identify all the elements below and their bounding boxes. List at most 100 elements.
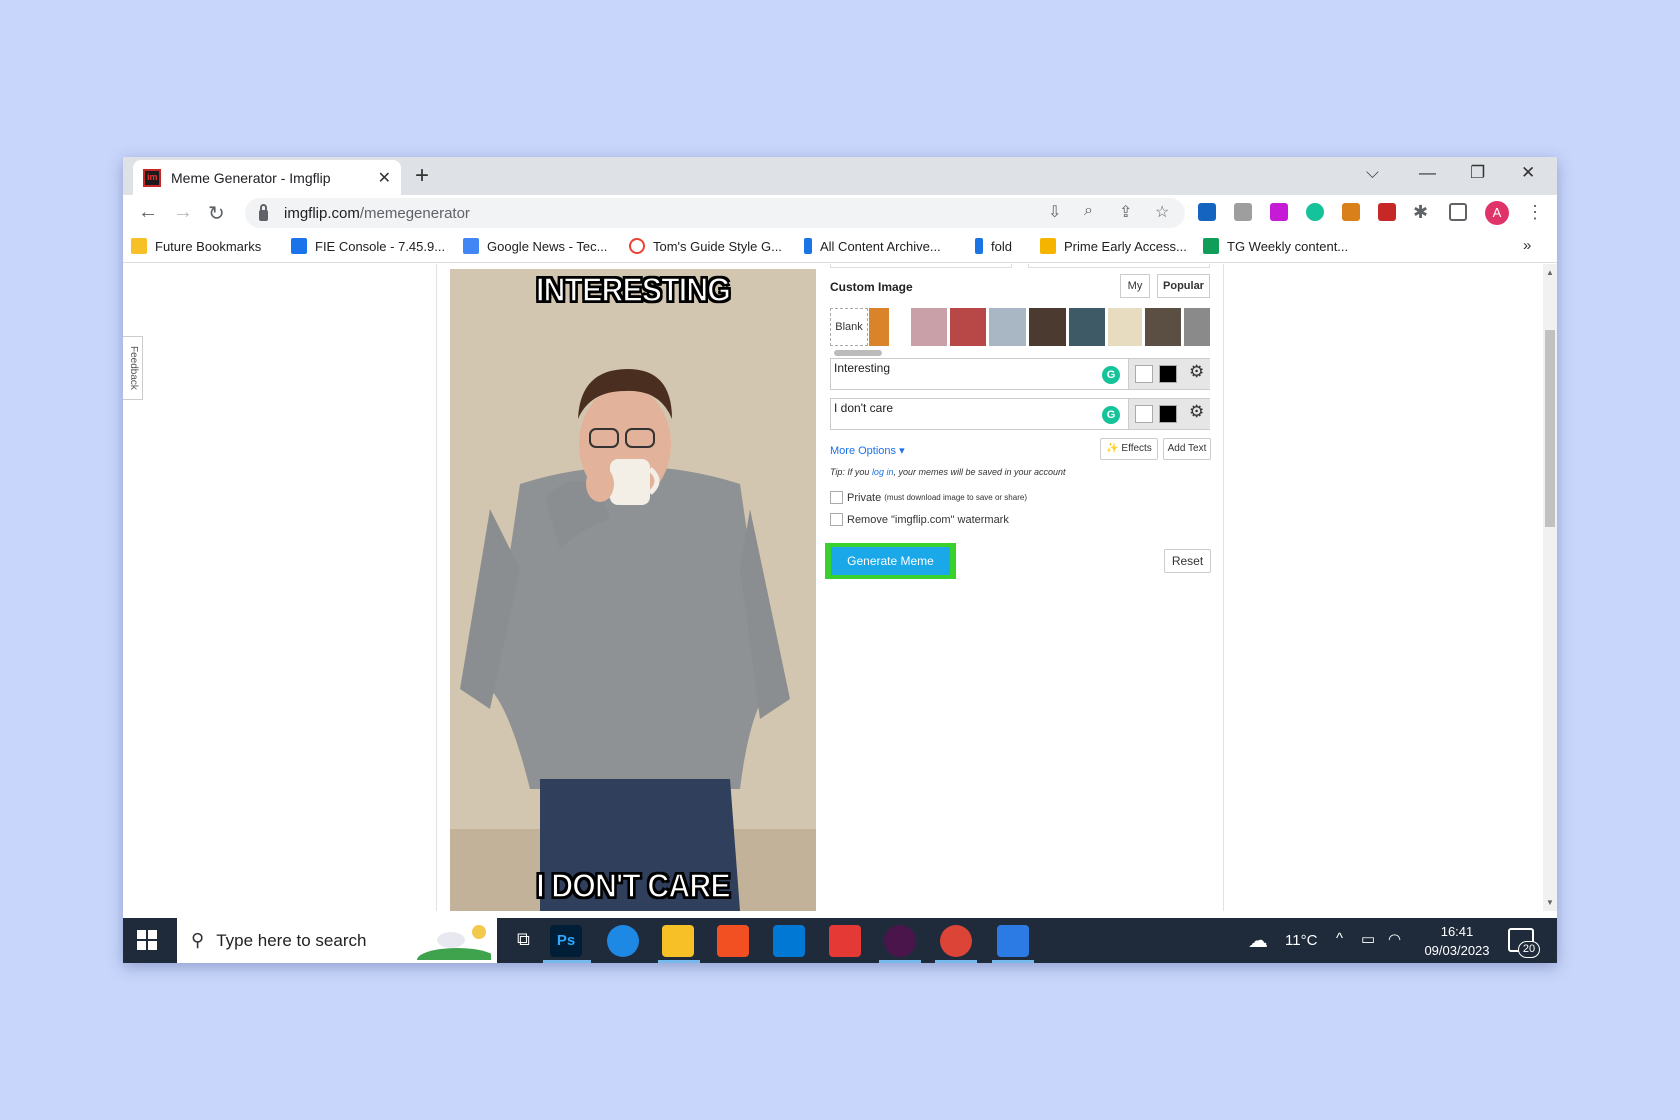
close-window-icon[interactable]: ✕ — [1521, 163, 1535, 183]
text-color-swatch[interactable] — [1135, 405, 1153, 423]
file-explorer-icon[interactable] — [662, 925, 694, 957]
chrome-icon[interactable] — [940, 925, 972, 957]
text-box-2[interactable]: I don't care G ⚙ — [830, 398, 1210, 430]
zoom-icon[interactable]: ⌕ — [1084, 202, 1093, 220]
microsoft-store-icon[interactable] — [717, 925, 749, 957]
template-thumbnail[interactable] — [950, 308, 986, 346]
text-box-1[interactable]: Interesting G ⚙ — [830, 358, 1210, 390]
weather-cloud-icon[interactable]: ☁ — [1248, 928, 1268, 953]
active-indicator — [879, 960, 921, 963]
e-extension-icon[interactable] — [1270, 203, 1288, 221]
text-box-2-value[interactable]: I don't care — [834, 401, 893, 415]
remove-watermark-checkbox[interactable] — [830, 513, 843, 526]
side-panel-icon[interactable] — [1449, 203, 1467, 221]
slack-icon[interactable] — [884, 925, 916, 957]
tab-search-chevron-icon[interactable]: ⌵ — [1366, 163, 1379, 183]
address-bar[interactable]: imgflip.com/memegenerator — [245, 198, 1185, 228]
outline-color-swatch[interactable] — [1159, 405, 1177, 423]
template-thumbnail[interactable] — [1029, 308, 1066, 346]
grey-extension-icon[interactable] — [1234, 203, 1252, 221]
t-icon — [975, 238, 983, 254]
reset-button[interactable]: Reset — [1164, 549, 1211, 573]
task-view-icon[interactable]: ⧉ — [517, 929, 530, 950]
red-extension-icon[interactable] — [1378, 203, 1396, 221]
close-tab-icon[interactable]: ✕ — [378, 168, 391, 188]
windows-start-icon[interactable] — [137, 930, 157, 950]
gear-icon[interactable]: ⚙ — [1189, 362, 1204, 382]
tab-popular-images[interactable]: Popular — [1157, 274, 1210, 298]
scroll-up-icon[interactable]: ▲ — [1546, 268, 1554, 277]
taskbar-search[interactable]: ⚲ Type here to search — [177, 918, 497, 963]
new-tab-icon[interactable]: + — [415, 164, 429, 188]
edge-icon[interactable] — [607, 925, 639, 957]
login-link[interactable]: log in — [872, 467, 894, 477]
effects-button[interactable]: ✨ Effects — [1100, 438, 1158, 460]
photos-icon[interactable] — [997, 925, 1029, 957]
generate-meme-button[interactable]: Generate Meme — [831, 547, 950, 575]
feedback-tab[interactable]: Feedback — [123, 336, 143, 400]
text-color-swatch[interactable] — [1135, 365, 1153, 383]
s-app-icon[interactable] — [829, 925, 861, 957]
template-thumbnail[interactable] — [1145, 308, 1181, 346]
grammarly-extension-icon[interactable] — [1306, 203, 1324, 221]
outline-color-swatch[interactable] — [1159, 365, 1177, 383]
bookmark-prime-early-access[interactable]: Prime Early Access... — [1040, 238, 1187, 254]
template-thumbnail[interactable] — [911, 308, 947, 346]
more-menu-icon[interactable]: ⋮ — [1526, 202, 1544, 223]
text-box-1-controls: ⚙ — [1128, 359, 1210, 389]
back-arrow-icon[interactable]: ← — [138, 201, 158, 224]
template-thumbnail[interactable] — [1108, 308, 1142, 346]
reload-icon[interactable]: ↻ — [208, 201, 225, 226]
clock[interactable]: 16:41 09/03/2023 — [1417, 922, 1497, 960]
battery-icon[interactable]: ▭ — [1361, 930, 1375, 948]
bookmark-fold[interactable]: fold — [975, 238, 1012, 254]
bookmark-fie-console[interactable]: FIE Console - 7.45.9... — [291, 238, 445, 254]
photoshop-icon[interactable]: Ps — [550, 925, 582, 957]
install-app-icon[interactable]: ⇩ — [1048, 202, 1061, 222]
bookmark-star-icon[interactable]: ☆ — [1155, 202, 1169, 222]
page-scrollbar[interactable]: ▲ ▼ — [1543, 264, 1557, 911]
page-viewport: Feedback INTERESTING I DON'T CARE Custom… — [123, 264, 1543, 911]
tab-my-images[interactable]: My — [1120, 274, 1150, 298]
bookmark-toms-guide-style[interactable]: Tom's Guide Style G... — [629, 238, 782, 254]
mail-icon[interactable] — [773, 925, 805, 957]
bookmark-tg-weekly-content[interactable]: TG Weekly content... — [1203, 238, 1348, 254]
text-box-1-value[interactable]: Interesting — [834, 361, 890, 375]
active-indicator — [992, 960, 1034, 963]
clock-time: 16:41 — [1440, 924, 1474, 939]
extensions-puzzle-icon[interactable]: ✱ — [1413, 202, 1428, 223]
active-indicator — [543, 960, 591, 963]
bookmark-label: FIE Console - 7.45.9... — [315, 238, 446, 254]
grammarly-icon[interactable]: G — [1102, 366, 1120, 384]
bookmark-all-content-archive[interactable]: All Content Archive... — [804, 238, 941, 254]
chevron-up-icon[interactable]: ^ — [1336, 930, 1343, 947]
template-thumbnail[interactable] — [989, 308, 1026, 346]
bookmark-google-news[interactable]: Google News - Tec... — [463, 238, 607, 254]
forward-arrow-icon[interactable]: → — [173, 201, 193, 224]
lock-icon[interactable] — [259, 203, 268, 221]
template-thumbnail[interactable] — [1184, 308, 1210, 346]
minimize-icon[interactable]: — — [1419, 163, 1436, 183]
thumbnail-scrollbar[interactable] — [834, 350, 882, 356]
more-bookmarks-icon[interactable]: » — [1523, 237, 1531, 254]
gear-icon[interactable]: ⚙ — [1189, 402, 1204, 422]
add-text-button[interactable]: Add Text — [1163, 438, 1211, 460]
template-thumbnail[interactable] — [869, 308, 889, 346]
share-icon[interactable]: ⇪ — [1119, 202, 1132, 222]
grammarly-icon[interactable]: G — [1102, 406, 1120, 424]
profile-avatar[interactable]: A — [1485, 201, 1509, 225]
fie-console-icon — [291, 238, 307, 254]
scroll-thumb[interactable] — [1545, 330, 1555, 527]
private-checkbox[interactable] — [830, 491, 843, 504]
orange-extension-icon[interactable] — [1342, 203, 1360, 221]
restore-icon[interactable]: ❐ — [1470, 163, 1485, 183]
bookmark-future-bookmarks[interactable]: Future Bookmarks — [131, 238, 261, 254]
temperature[interactable]: 11°C — [1285, 932, 1317, 949]
blank-template[interactable]: Blank — [830, 308, 868, 346]
scroll-down-icon[interactable]: ▼ — [1546, 898, 1554, 907]
tab-meme-generator[interactable]: Meme Generator - Imgflip ✕ — [133, 160, 401, 195]
wifi-icon[interactable]: ◠ — [1388, 930, 1401, 948]
template-thumbnail[interactable] — [1069, 308, 1105, 346]
link-extension-icon[interactable] — [1198, 203, 1216, 221]
more-options-link[interactable]: More Options ▾ — [830, 444, 905, 457]
